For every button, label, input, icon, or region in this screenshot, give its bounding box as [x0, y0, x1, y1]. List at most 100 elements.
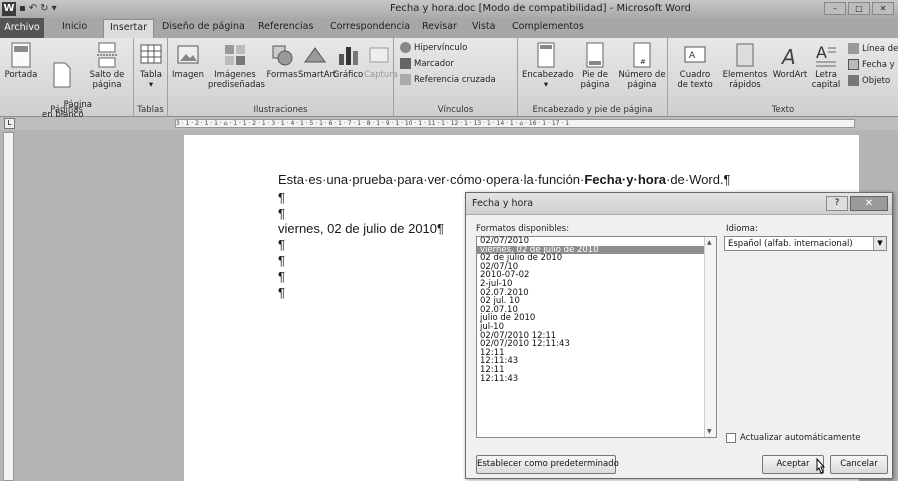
svg-text:#: # — [640, 58, 646, 66]
blank-page-icon — [53, 62, 71, 88]
paragraph-mark: ¶ — [278, 190, 285, 205]
customize-qat-icon[interactable]: ▾ — [52, 2, 57, 16]
ruler-scale[interactable]: 3 · 1 · 2 · 1 · 1 · ⌂ · 1 · 1 · 2 · 1 · … — [175, 119, 855, 128]
document-line-1[interactable]: Esta·es·una·prueba·para·ver·cómo·opera·l… — [278, 172, 731, 187]
smartart-button[interactable]: SmartArt — [298, 42, 336, 80]
wordart-button[interactable]: A WordArt — [772, 42, 808, 80]
format-option[interactable]: 12:11:43 — [477, 374, 716, 384]
encabezado-button[interactable]: Encabezado ▾ — [522, 42, 574, 90]
horizontal-ruler: L 3 · 1 · 2 · 1 · 1 · ⌂ · 1 · 1 · 2 · 1 … — [0, 117, 898, 130]
tab-archivo[interactable]: Archivo — [0, 18, 44, 38]
redo-icon[interactable]: ↻ — [40, 2, 48, 16]
smartart-label: SmartArt — [298, 70, 337, 80]
window-controls: – □ ✕ — [824, 2, 894, 15]
quick-parts-icon — [736, 43, 754, 67]
cancel-button[interactable]: Cancelar — [830, 455, 888, 474]
objeto-button[interactable]: Objeto — [848, 75, 890, 86]
paragraph-mark: ¶ — [278, 285, 285, 300]
fecha-hora-button[interactable]: Fecha y h — [848, 59, 898, 70]
table-icon — [140, 44, 162, 64]
tab-correspondencia[interactable]: Correspondencia — [330, 21, 410, 32]
portada-button[interactable]: Portada — [3, 42, 39, 80]
tab-diseno-pagina[interactable]: Diseño de página — [162, 21, 245, 32]
line1-bold: Fecha·y·hora — [584, 172, 666, 187]
undo-icon[interactable]: ↶ — [29, 2, 37, 16]
save-icon[interactable]: ▪ — [19, 2, 26, 16]
paragraph-mark: ¶ — [278, 253, 285, 268]
pie-pagina-button[interactable]: Pie de página — [576, 42, 614, 90]
marcador-label: Marcador — [414, 58, 454, 69]
bookmark-icon — [400, 58, 411, 69]
formats-listbox[interactable]: 02/07/2010 viernes, 02 de julio de 2010 02… — [476, 236, 717, 438]
letra-capital-button[interactable]: A Letra capital — [808, 42, 844, 90]
dialog-close-button[interactable]: ✕ — [850, 196, 888, 211]
maximize-button[interactable]: □ — [848, 2, 870, 15]
auto-update-label[interactable]: Actualizar automáticamente — [740, 433, 861, 443]
tab-selector[interactable]: L — [4, 118, 15, 129]
hipervinculo-button[interactable]: Hipervínculo — [400, 42, 467, 53]
tab-revisar[interactable]: Revisar — [422, 21, 457, 32]
cuadro-texto-button[interactable]: A Cuadro de texto — [672, 42, 718, 90]
close-window-button[interactable]: ✕ — [872, 2, 894, 15]
language-value: Español (alfab. internacional) — [728, 239, 853, 249]
numero-pagina-button[interactable]: # Número de página — [618, 42, 666, 90]
imagen-button[interactable]: Imagen — [172, 42, 204, 80]
date-time-icon — [848, 59, 859, 70]
fecha-y-hora-dialog: Fecha y hora ? ✕ Formatos disponibles: 0… — [465, 192, 893, 479]
captura-button[interactable]: Captura — [364, 42, 398, 80]
imagenes-predisenadas-button[interactable]: Imágenes prediseñadas — [208, 42, 265, 90]
format-option[interactable]: 12:11:43 — [477, 357, 716, 366]
grafico-label: Gráfico — [332, 70, 364, 80]
picture-icon — [177, 45, 199, 64]
chevron-down-icon[interactable]: ▼ — [873, 237, 886, 250]
line1-text: Esta·es·una·prueba·para·ver·cómo·opera·l… — [278, 172, 585, 187]
tab-insertar[interactable]: Insertar — [103, 19, 154, 38]
format-option[interactable]: 02/07/2010 12:11:43 — [477, 340, 716, 349]
scroll-down-icon[interactable]: ▼ — [707, 428, 712, 435]
format-option[interactable]: 2010-07-02 — [477, 271, 716, 280]
set-default-button[interactable]: Establecer como predeterminado — [476, 455, 619, 474]
window-title: Fecha y hora.doc [Modo de compatibilidad… — [390, 3, 691, 14]
tabla-button[interactable]: Tabla ▾ — [137, 42, 165, 90]
text-box-icon: A — [684, 46, 706, 63]
tablas-group-label: Tablas — [137, 105, 164, 115]
scroll-up-icon[interactable]: ▲ — [707, 239, 712, 246]
dialog-title: Fecha y hora — [472, 198, 534, 209]
hyperlink-icon — [400, 42, 411, 53]
salto-pagina-label: Salto de página — [89, 70, 125, 90]
marcador-button[interactable]: Marcador — [400, 58, 454, 69]
group-tablas: Tabla ▾ Tablas — [134, 38, 168, 117]
tab-complementos[interactable]: Complementos — [512, 21, 584, 32]
cuadro-label: Cuadro de texto — [677, 70, 713, 90]
auto-update-checkbox[interactable] — [726, 433, 736, 443]
help-button[interactable]: ? — [826, 196, 848, 211]
tab-inicio[interactable]: Inicio — [62, 21, 87, 32]
smartart-icon — [304, 47, 326, 63]
listbox-scrollbar[interactable]: ▲ ▼ — [704, 237, 716, 437]
hipervinculo-label: Hipervínculo — [414, 42, 468, 53]
format-option[interactable]: julio de 2010 — [477, 314, 716, 323]
date-line[interactable]: viernes, 02 de julio de 2010¶ — [278, 221, 444, 236]
tab-vista[interactable]: Vista — [472, 21, 495, 32]
fecha-label: Fecha y h — [862, 59, 898, 70]
formas-button[interactable]: Formas — [266, 42, 298, 80]
vinculos-group-label: Vínculos — [437, 105, 474, 115]
vertical-ruler — [3, 132, 14, 481]
title-bar: W ▪ ↶ ↻ ▾ Fecha y hora.doc [Modo de comp… — [0, 0, 898, 18]
referencia-cruzada-button[interactable]: Referencia cruzada — [400, 74, 496, 85]
line1-end: ·de·Word.¶ — [666, 172, 731, 187]
signature-line-icon — [848, 43, 859, 54]
salto-pagina-button[interactable]: Salto de página — [86, 42, 128, 90]
minimize-button[interactable]: – — [824, 2, 846, 15]
tabla-dropdown-icon: ▾ — [148, 80, 154, 90]
svg-text:A: A — [780, 45, 796, 68]
ribbon-tabs: Archivo Inicio Insertar Diseño de página… — [0, 18, 898, 38]
word-logo-icon[interactable]: W — [2, 2, 16, 16]
linea-firma-button[interactable]: Línea de f — [848, 43, 898, 54]
ribbon: Portada Página en blanco Salto de página… — [0, 38, 898, 120]
grafico-button[interactable]: Gráfico — [332, 42, 364, 80]
tab-referencias[interactable]: Referencias — [258, 21, 313, 32]
elementos-rapidos-button[interactable]: Elementos rápidos — [720, 42, 770, 90]
language-select[interactable]: Español (alfab. internacional) ▼ — [724, 236, 887, 251]
paginas-group-label: Páginas — [50, 105, 83, 115]
